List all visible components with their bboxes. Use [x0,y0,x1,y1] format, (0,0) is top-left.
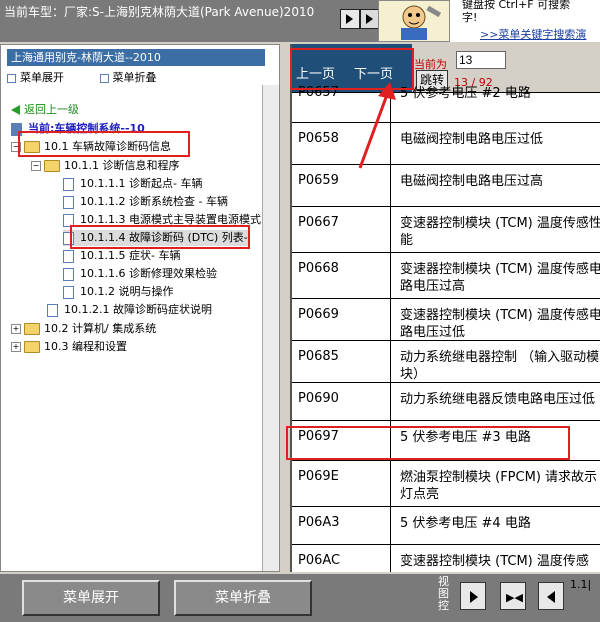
vehicle-label: 当前车型：厂家:S-上海别克林荫大道(Park Avenue)2010 [4,5,315,19]
tree-item-10-3[interactable]: +10.3 编程和设置 [11,339,127,355]
prev-page-button[interactable]: 上一页 [296,63,335,82]
dtc-code: P0685 [298,349,339,364]
tree-title: 上海通用别克-林荫大道--2010 [7,49,265,66]
dtc-description: 动力系统继电器反馈电路电压过低 [400,392,596,407]
dtc-description: 变速器控制模块 (TCM) 温度传感电路电压过高 [400,262,600,294]
dtc-code: P0659 [298,173,339,188]
dtc-code: P06A3 [298,515,340,530]
tree-item-10-1-1-6[interactable]: 10.1.1.6 诊断修理效果检验 [63,266,217,282]
table-row: P0685 动力系统继电器控制 （输入驱动模块） [292,340,600,382]
split-icon: ▶◀ [506,591,523,604]
node-icon [11,122,22,136]
dtc-code: P06AC [298,553,341,568]
view-toggle-button[interactable] [360,9,380,29]
menu-tree-panel: 上海通用别克-林荫大道--2010 菜单展开 菜单折叠 返回上一级 当前:车辆控… [0,44,280,572]
dtc-code: P0657 [298,85,339,100]
collapse-icon [99,73,109,83]
expand-node-icon[interactable]: + [11,324,21,334]
search-demo-link[interactable]: >>菜单关键字搜索演 [480,26,586,42]
dtc-description: 5 伏参考电压 #2 电路 [400,86,531,101]
dtc-description: 5 伏参考电压 #4 电路 [400,516,531,531]
tree-item-10-1-1-1[interactable]: 10.1.1.1 诊断起点- 车辆 [63,176,202,192]
folder-open-icon [24,141,40,153]
hint-text: 键盘按 Ctrl+F 可搜索 [462,0,571,11]
table-row: P0659 电磁阀控制电路电压过高 [292,164,600,206]
tree-item-10-1-1[interactable]: −10.1.1 诊断信息和程序 [31,158,179,174]
dtc-description: 变速器控制模块 (TCM) 温度传感电路电压过低 [400,308,600,340]
dtc-code: P0668 [298,261,339,276]
table-row: P0658 电磁阀控制电路电压过低 [292,122,600,164]
document-icon [47,303,58,317]
table-row: P0657 5 伏参考电压 #2 电路 [292,85,600,122]
expand-icon [7,73,16,83]
dtc-description: 燃油泵控制模块 (FPCM) 请求故示灯点亮 [400,470,598,502]
expand-node-icon[interactable]: + [11,342,21,352]
view-split-button[interactable]: ▶◀ [500,582,526,610]
table-row: P0669 变速器控制模块 (TCM) 温度传感电路电压过低 [292,298,600,340]
dtc-code: P0690 [298,391,339,406]
dtc-code: P069E [298,469,339,484]
tree-item-10-2[interactable]: +10.2 计算机/ 集成系统 [11,321,156,337]
content-panel: 上一页 下一页 当前为 跳转 13 / 92 P06575 伏参考电压 #2 电… [290,44,600,572]
dtc-description: 变速器控制模块 (TCM) 温度传感性能 [400,216,600,248]
hint-text-2: 字! [462,11,478,24]
tree-item-10-1[interactable]: −10.1 车辆故障诊断码信息 [11,139,171,155]
annotation-arrow [358,82,396,169]
tree-item-10-1-2-1[interactable]: 10.1.2.1 故障诊断码症状说明 [47,302,212,318]
document-icon [63,213,74,227]
search-hint: 键盘按 Ctrl+F 可搜索 字! >>菜单关键字搜索演 [450,0,600,42]
table-row: P0690 动力系统继电器反馈电路电压过低 [292,382,600,420]
arrow-right-icon [470,591,478,603]
folder-icon [24,323,40,335]
arrow-left-icon [547,591,555,603]
collapse-node-icon[interactable]: − [11,142,21,152]
tree-item-10-1-1-5[interactable]: 10.1.1.5 症状- 车辆 [63,248,180,264]
dtc-description: 动力系统继电器控制 （输入驱动模块） [400,350,600,382]
back-link[interactable]: 返回上一级 [11,102,79,118]
collapse-all-link[interactable]: 菜单折叠 [99,71,173,84]
table-row: P069E 燃油泵控制模块 (FPCM) 请求故示灯点亮 [292,460,600,506]
document-icon [63,267,74,281]
table-row: P0668 变速器控制模块 (TCM) 温度传感电路电压过高 [292,252,600,298]
mascot-image [378,0,450,42]
dtc-description: 电磁阀控制电路电压过高 [400,174,544,189]
document-icon [63,249,74,263]
dtc-code: P0669 [298,307,339,322]
dtc-description: 电磁阀控制电路电压过低 [400,132,544,147]
table-row: P0667 变速器控制模块 (TCM) 温度传感性能 [292,206,600,252]
dtc-code: P0658 [298,131,339,146]
collapse-node-icon[interactable]: − [31,161,41,171]
next-view-button[interactable] [340,9,360,29]
view-control-label: 视图控 [438,575,449,612]
tree-item-10-1-1-2[interactable]: 10.1.1.2 诊断系统检查 - 车辆 [63,194,228,210]
current-node: 当前:车辆控制系统--10 [11,121,145,137]
expand-all-link[interactable]: 菜单展开 [7,71,80,84]
collapse-menu-button[interactable]: 菜单折叠 [174,580,312,616]
document-icon [63,195,74,209]
table-row: P0697 5 伏参考电压 #3 电路 [292,420,600,460]
page-input[interactable] [456,51,506,69]
tree-item-10-1-2[interactable]: 10.1.2 说明与操作 [63,284,173,300]
folder-open-icon [44,160,60,172]
table-row: P06A3 5 伏参考电压 #4 电路 [292,506,600,544]
folder-icon [24,341,40,353]
back-arrow-icon [11,105,20,115]
table-row: P06AC 变速器控制模块 (TCM) 温度传感 [292,544,600,572]
tree-item-10-1-1-3[interactable]: 10.1.1.3 电源模式主导装置电源模式 [63,212,261,228]
version-label: 1.1| [570,578,592,591]
view-right-button[interactable] [460,582,486,610]
tree-item-10-1-1-4[interactable]: 10.1.1.4 故障诊断码 (DTC) 列表- [63,230,248,246]
expand-menu-button[interactable]: 菜单展开 [22,580,160,616]
document-icon [63,285,74,299]
arrow-right-icon [346,14,353,24]
arrow-right-icon [366,14,373,24]
dtc-code: P0697 [298,429,339,444]
dtc-description: 5 伏参考电压 #3 电路 [400,430,531,445]
view-left-button[interactable] [538,582,564,610]
tree-scrollbar[interactable] [262,85,279,571]
dtc-code: P0667 [298,215,339,230]
document-icon [63,177,74,191]
document-icon [63,231,74,245]
dtc-description: 变速器控制模块 (TCM) 温度传感 [400,554,589,569]
